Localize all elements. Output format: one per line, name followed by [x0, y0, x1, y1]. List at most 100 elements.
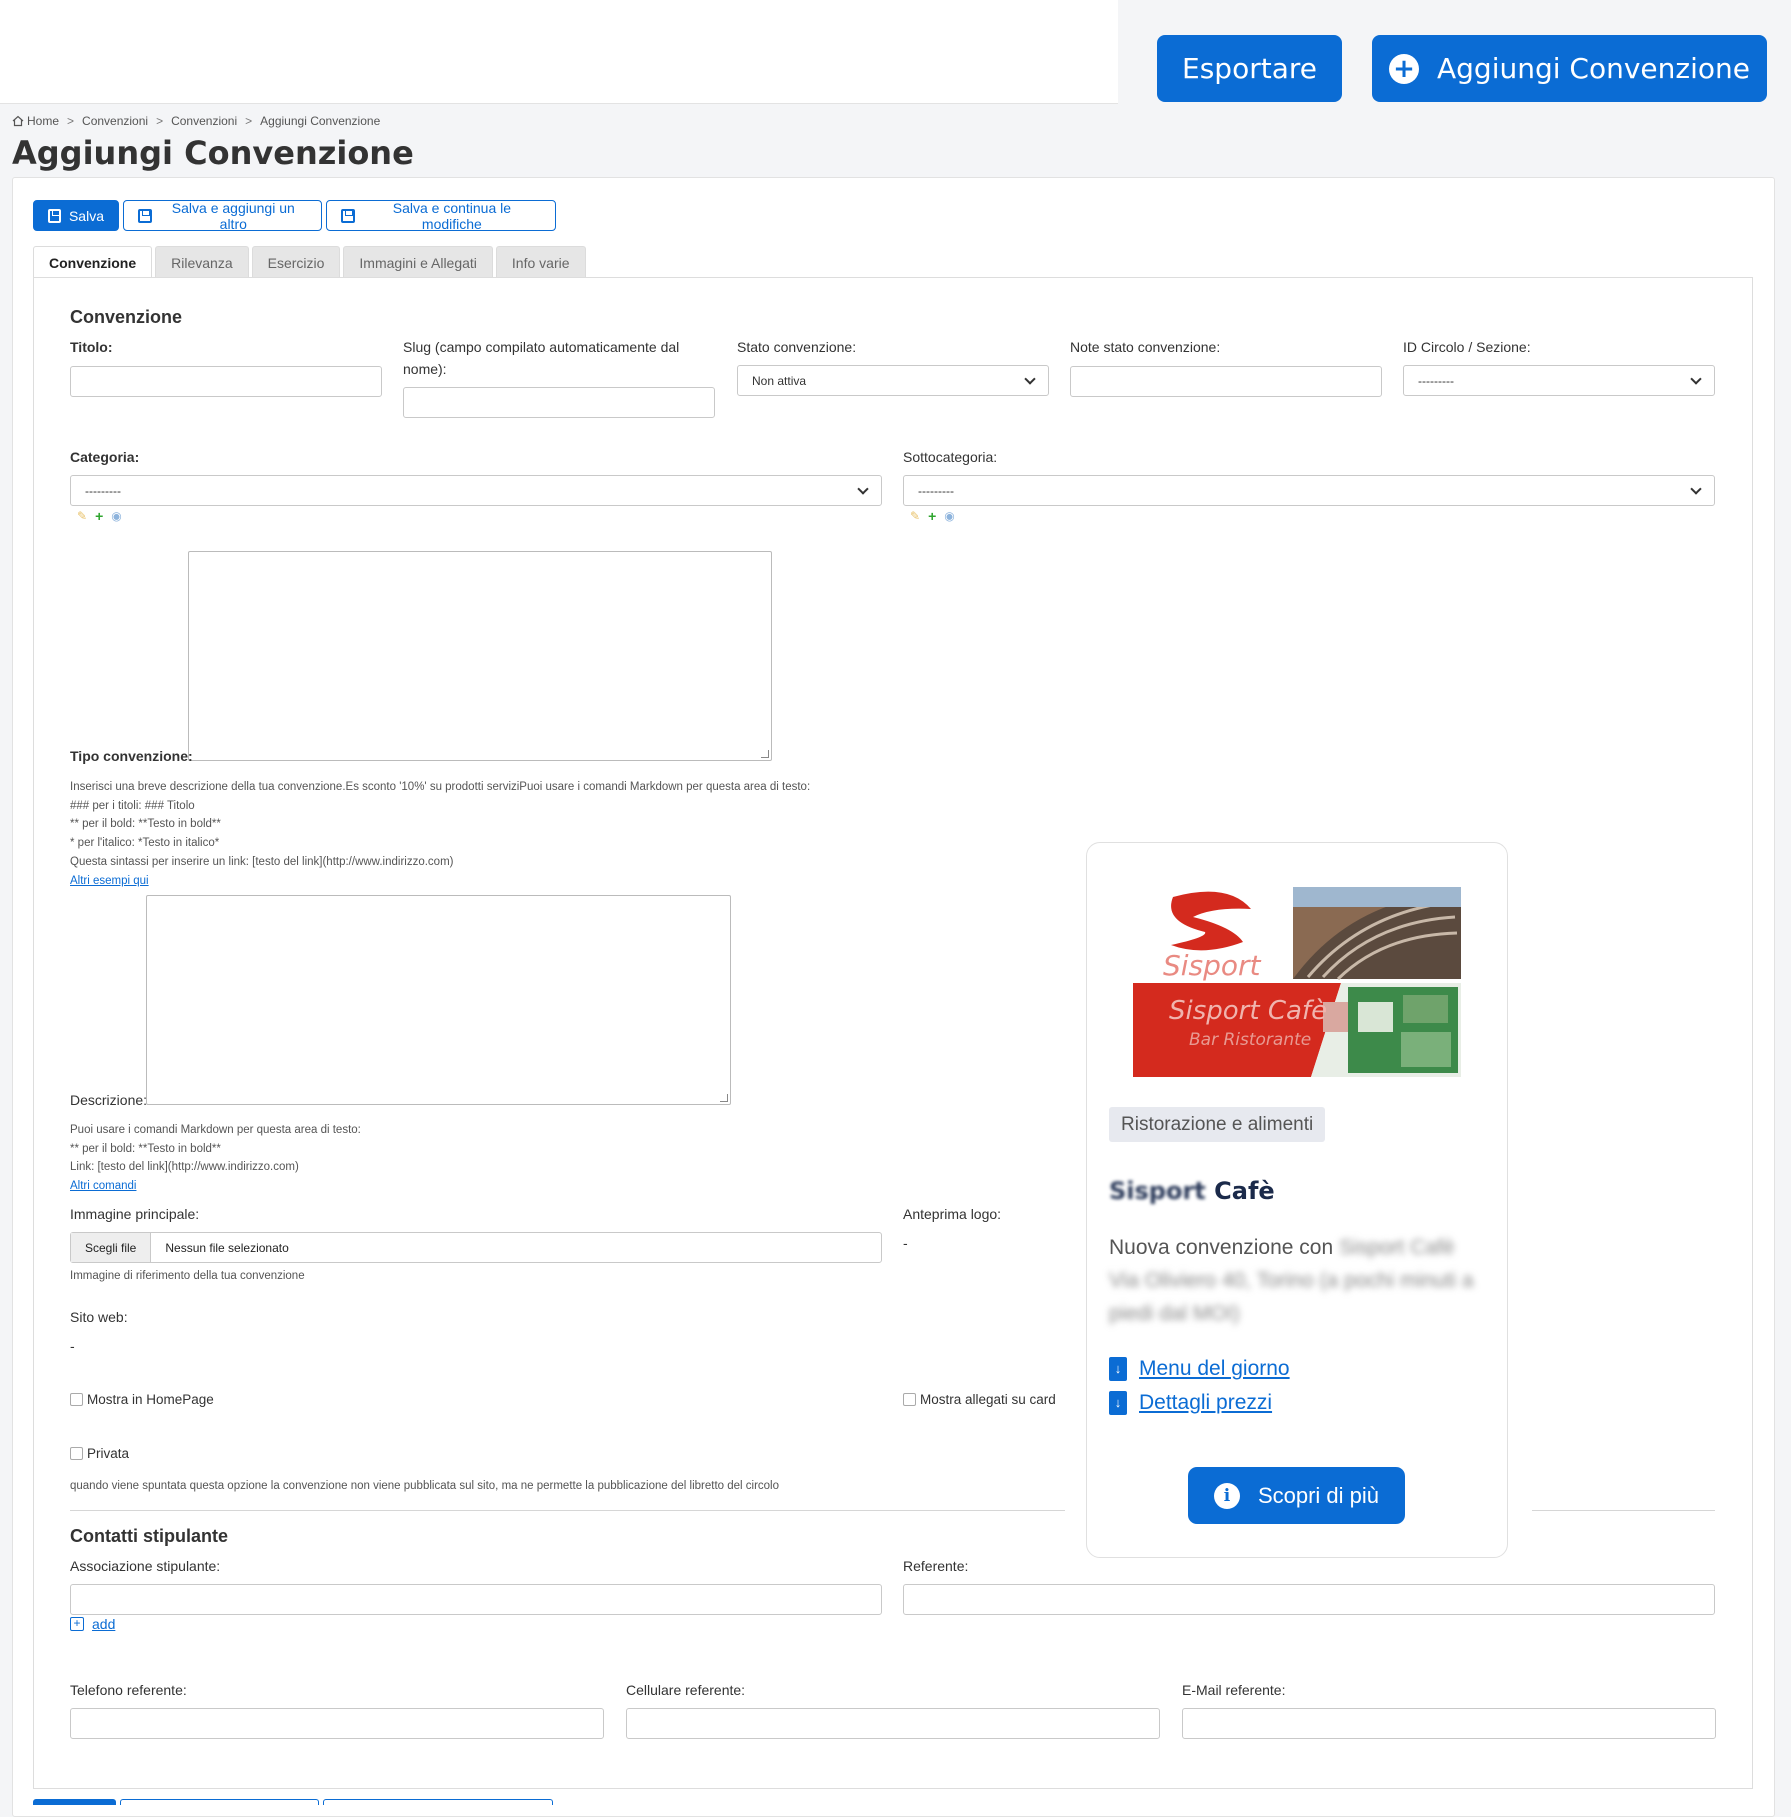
save-label: Salva [68, 207, 104, 224]
sottocategoria-label: Sottocategoria: [903, 449, 998, 465]
preview-title-rest: Cafè [1214, 1177, 1275, 1205]
save-continue-label: Salva e continua le modifiche [392, 199, 512, 232]
referente-input[interactable] [903, 1584, 1715, 1615]
mostra-allegati-label: Mostra allegati su card [920, 1392, 1056, 1407]
add-icon[interactable]: + [95, 508, 103, 524]
immagine-label: Immagine principale: [70, 1206, 200, 1222]
id-circolo-label: ID Circolo / Sezione: [1403, 339, 1531, 355]
mostra-allegati-checkbox[interactable]: Mostra allegati su card [903, 1392, 1056, 1407]
floppy-icon [138, 208, 152, 223]
slug-input[interactable] [403, 387, 715, 418]
tab-info-varie[interactable]: Info varie [495, 246, 586, 278]
descrizione-textarea[interactable] [146, 895, 731, 1105]
top-actions: Esportare + Aggiungi Convenzione [1118, 0, 1791, 104]
tab-bar: Convenzione Rilevanza Esercizio Immagini… [33, 246, 586, 279]
breadcrumb-home[interactable]: Home [12, 114, 59, 128]
preview-logo-image: Sisport Sisport Cafè Bar Ristorante [1133, 887, 1461, 1077]
add-convenzione-label: Aggiungi Convenzione [1437, 52, 1750, 85]
id-circolo-value: --------- [1418, 373, 1454, 388]
altri-comandi-link[interactable]: Altri comandi [70, 1180, 136, 1192]
pencil-icon[interactable]: ✎ [910, 509, 920, 523]
categoria-value: --------- [85, 483, 121, 498]
section-title-convenzione: Convenzione [70, 307, 183, 327]
save-add-another-button-bottom[interactable] [120, 1799, 319, 1805]
chevron-down-icon [1690, 372, 1702, 385]
checkbox-box[interactable] [903, 1393, 916, 1406]
checkbox-box[interactable] [70, 1447, 83, 1460]
add-associazione-link[interactable]: + add [70, 1616, 115, 1632]
choose-file-button[interactable]: Scegli file [71, 1233, 152, 1262]
breadcrumb-home-label: Home [27, 114, 60, 128]
add-convenzione-button[interactable]: + Aggiungi Convenzione [1372, 35, 1767, 102]
sito-web-value: - [70, 1338, 75, 1354]
breadcrumb-item[interactable]: Convenzioni [82, 114, 148, 128]
home-icon [12, 115, 24, 127]
eye-icon[interactable]: ◉ [944, 509, 954, 523]
preview-description: Nuova convenzione con Sisport Cafè Via O… [1109, 1231, 1489, 1330]
telefono-label: Telefono referente: [70, 1682, 187, 1698]
preview-link-prezzi[interactable]: ↓ Dettagli prezzi [1109, 1391, 1272, 1415]
tab-esercizio[interactable]: Esercizio [251, 246, 341, 278]
preview-title: Sisport Cafè [1109, 1177, 1275, 1205]
cellulare-input[interactable] [626, 1708, 1160, 1739]
sottocategoria-select[interactable]: --------- [903, 475, 1715, 506]
breadcrumb-item-current: Aggiungi Convenzione [260, 114, 381, 128]
titolo-input[interactable] [70, 366, 382, 397]
referente-label: Referente: [903, 1558, 969, 1574]
add-label: add [92, 1616, 116, 1632]
chevron-down-icon [1024, 372, 1036, 385]
logo-text-sub: Bar Ristorante [1189, 1030, 1311, 1050]
mostra-homepage-checkbox[interactable]: Mostra in HomePage [70, 1392, 214, 1407]
telefono-input[interactable] [70, 1708, 604, 1739]
help-line: ### per i titoli: ### Titolo [70, 799, 195, 812]
save-button[interactable]: Salva [33, 200, 119, 231]
save-add-another-button[interactable]: Salva e aggiungi un altro [123, 200, 322, 232]
page-title: Aggiungi Convenzione [12, 134, 414, 172]
tipo-convenzione-help: Inserisci una breve descrizione della tu… [70, 778, 910, 890]
section-title-contatti: Contatti stipulante [70, 1526, 228, 1546]
preview-link-label: Menu del giorno [1139, 1357, 1290, 1380]
id-circolo-select[interactable]: --------- [1403, 365, 1715, 396]
categoria-select[interactable]: --------- [70, 475, 882, 506]
tipo-convenzione-textarea[interactable] [188, 551, 772, 761]
associazione-input[interactable] [70, 1584, 882, 1615]
tab-convenzione[interactable]: Convenzione [33, 246, 153, 279]
tab-rilevanza[interactable]: Rilevanza [155, 246, 249, 278]
scopri-di-piu-button[interactable]: i Scopri di più [1188, 1467, 1405, 1524]
export-button[interactable]: Esportare [1157, 35, 1342, 102]
tipo-convenzione-label: Tipo convenzione: [70, 748, 193, 764]
breadcrumb-item[interactable]: Convenzioni [171, 114, 237, 128]
breadcrumb: Home > Convenzioni > Convenzioni > Aggiu… [12, 114, 380, 128]
eye-icon[interactable]: ◉ [111, 509, 121, 523]
altri-esempi-link[interactable]: Altri esempi qui [70, 875, 149, 887]
email-label: E-Mail referente: [1182, 1682, 1286, 1698]
preview-link-label: Dettagli prezzi [1139, 1391, 1273, 1414]
anteprima-label: Anteprima logo: [903, 1206, 1002, 1222]
save-button-bottom[interactable] [33, 1799, 116, 1805]
pencil-icon[interactable]: ✎ [77, 509, 87, 523]
email-input[interactable] [1182, 1708, 1716, 1739]
categoria-label: Categoria: [70, 449, 140, 465]
checkbox-box[interactable] [70, 1393, 83, 1406]
anteprima-value: - [903, 1235, 908, 1251]
chevron-down-icon [857, 482, 869, 495]
descrizione-help: Puoi usare i comandi Markdown per questa… [70, 1121, 670, 1196]
privata-checkbox[interactable]: Privata [70, 1446, 129, 1461]
stato-select[interactable]: Non attiva [737, 365, 1049, 396]
titolo-label: Titolo: [70, 339, 113, 355]
preview-link-menu[interactable]: ↓ Menu del giorno [1109, 1357, 1290, 1381]
sito-web-label: Sito web: [70, 1309, 128, 1325]
tab-immagini-allegati[interactable]: Immagini e Allegati [343, 246, 493, 278]
note-stato-label: Note stato convenzione: [1070, 339, 1221, 355]
note-stato-input[interactable] [1070, 366, 1382, 397]
save-continue-button-bottom[interactable] [323, 1799, 553, 1805]
chevron-down-icon [1690, 482, 1702, 495]
immagine-file-input[interactable]: Scegli file Nessun file selezionato [70, 1232, 882, 1263]
help-line: Link: [testo del link](http://www.indiri… [70, 1161, 299, 1174]
download-file-icon: ↓ [1109, 1357, 1127, 1381]
plus-square-icon: + [70, 1617, 84, 1631]
scopri-label: Scopri di più [1257, 1482, 1380, 1508]
breadcrumb-separator: > [67, 114, 75, 128]
save-continue-button[interactable]: Salva e continua le modifiche [326, 199, 556, 232]
add-icon[interactable]: + [928, 508, 936, 524]
